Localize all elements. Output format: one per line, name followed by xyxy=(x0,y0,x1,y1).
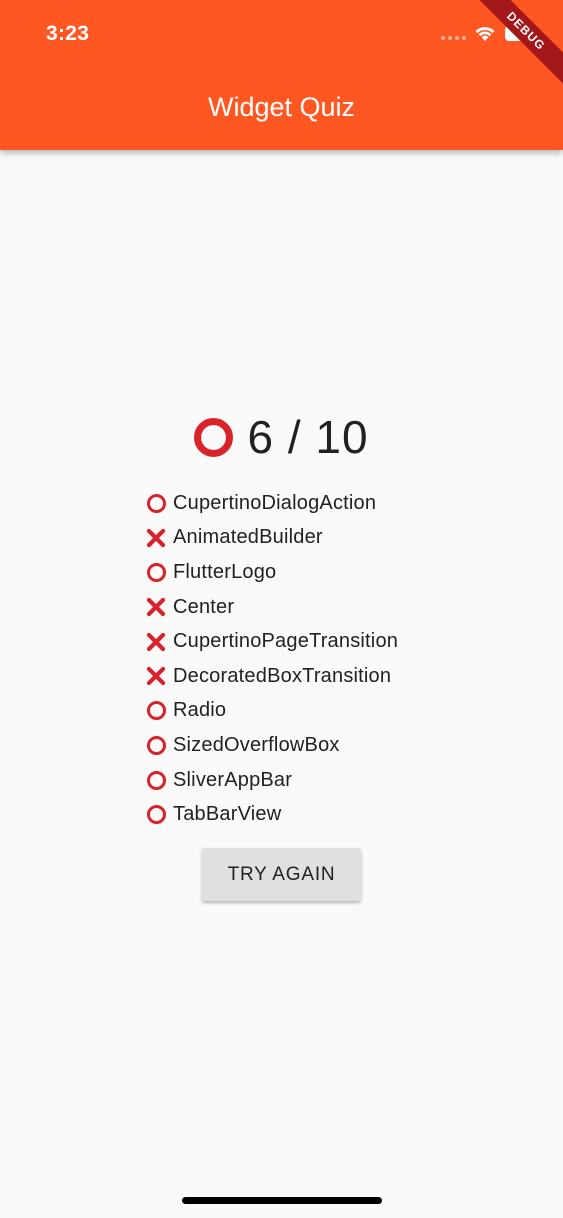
cross-icon xyxy=(146,632,166,652)
result-item: FlutterLogo xyxy=(146,555,466,590)
red-circle-icon xyxy=(194,417,234,457)
app-title: Widget Quiz xyxy=(207,92,356,122)
cellular-signal-icon xyxy=(441,36,466,40)
score-summary: 6 / 10 xyxy=(0,410,563,464)
app-bar: 3:23 Widget Quiz xyxy=(0,0,563,150)
result-label: Radio xyxy=(173,699,227,722)
result-label: SizedOverflowBox xyxy=(173,733,340,756)
home-indicator[interactable] xyxy=(182,1197,382,1204)
try-again-button[interactable]: TRY AGAIN xyxy=(202,848,361,901)
wifi-icon xyxy=(475,27,495,41)
result-label: TabBarView xyxy=(173,803,282,826)
result-label: Center xyxy=(173,595,235,618)
result-label: DecoratedBoxTransition xyxy=(173,664,392,687)
result-label: CupertinoDialogAction xyxy=(173,491,377,514)
result-label: AnimatedBuilder xyxy=(173,526,323,549)
result-item: CupertinoPageTransition xyxy=(146,624,466,659)
result-item: TabBarView xyxy=(146,797,466,832)
circle-icon xyxy=(146,562,166,582)
result-item: SizedOverflowBox xyxy=(146,728,466,763)
status-time: 3:23 xyxy=(46,22,90,45)
result-item: DecoratedBoxTransition xyxy=(146,659,466,694)
circle-icon xyxy=(146,770,166,790)
result-label: FlutterLogo xyxy=(173,560,277,583)
score-text: 6 / 10 xyxy=(247,411,369,463)
circle-icon xyxy=(146,701,166,721)
cross-icon xyxy=(146,528,166,548)
result-label: CupertinoPageTransition xyxy=(173,630,399,653)
cross-icon xyxy=(146,666,166,686)
circle-icon xyxy=(146,735,166,755)
result-item: Radio xyxy=(146,694,466,729)
result-item: SliverAppBar xyxy=(146,763,466,798)
circle-icon xyxy=(146,805,166,825)
result-item: CupertinoDialogAction xyxy=(146,486,466,521)
result-item: AnimatedBuilder xyxy=(146,521,466,556)
result-item: Center xyxy=(146,590,466,625)
results-list: CupertinoDialogAction AnimatedBuilder Flut… xyxy=(146,486,466,832)
result-label: SliverAppBar xyxy=(173,768,293,791)
cross-icon xyxy=(146,597,166,617)
circle-icon xyxy=(146,493,166,513)
